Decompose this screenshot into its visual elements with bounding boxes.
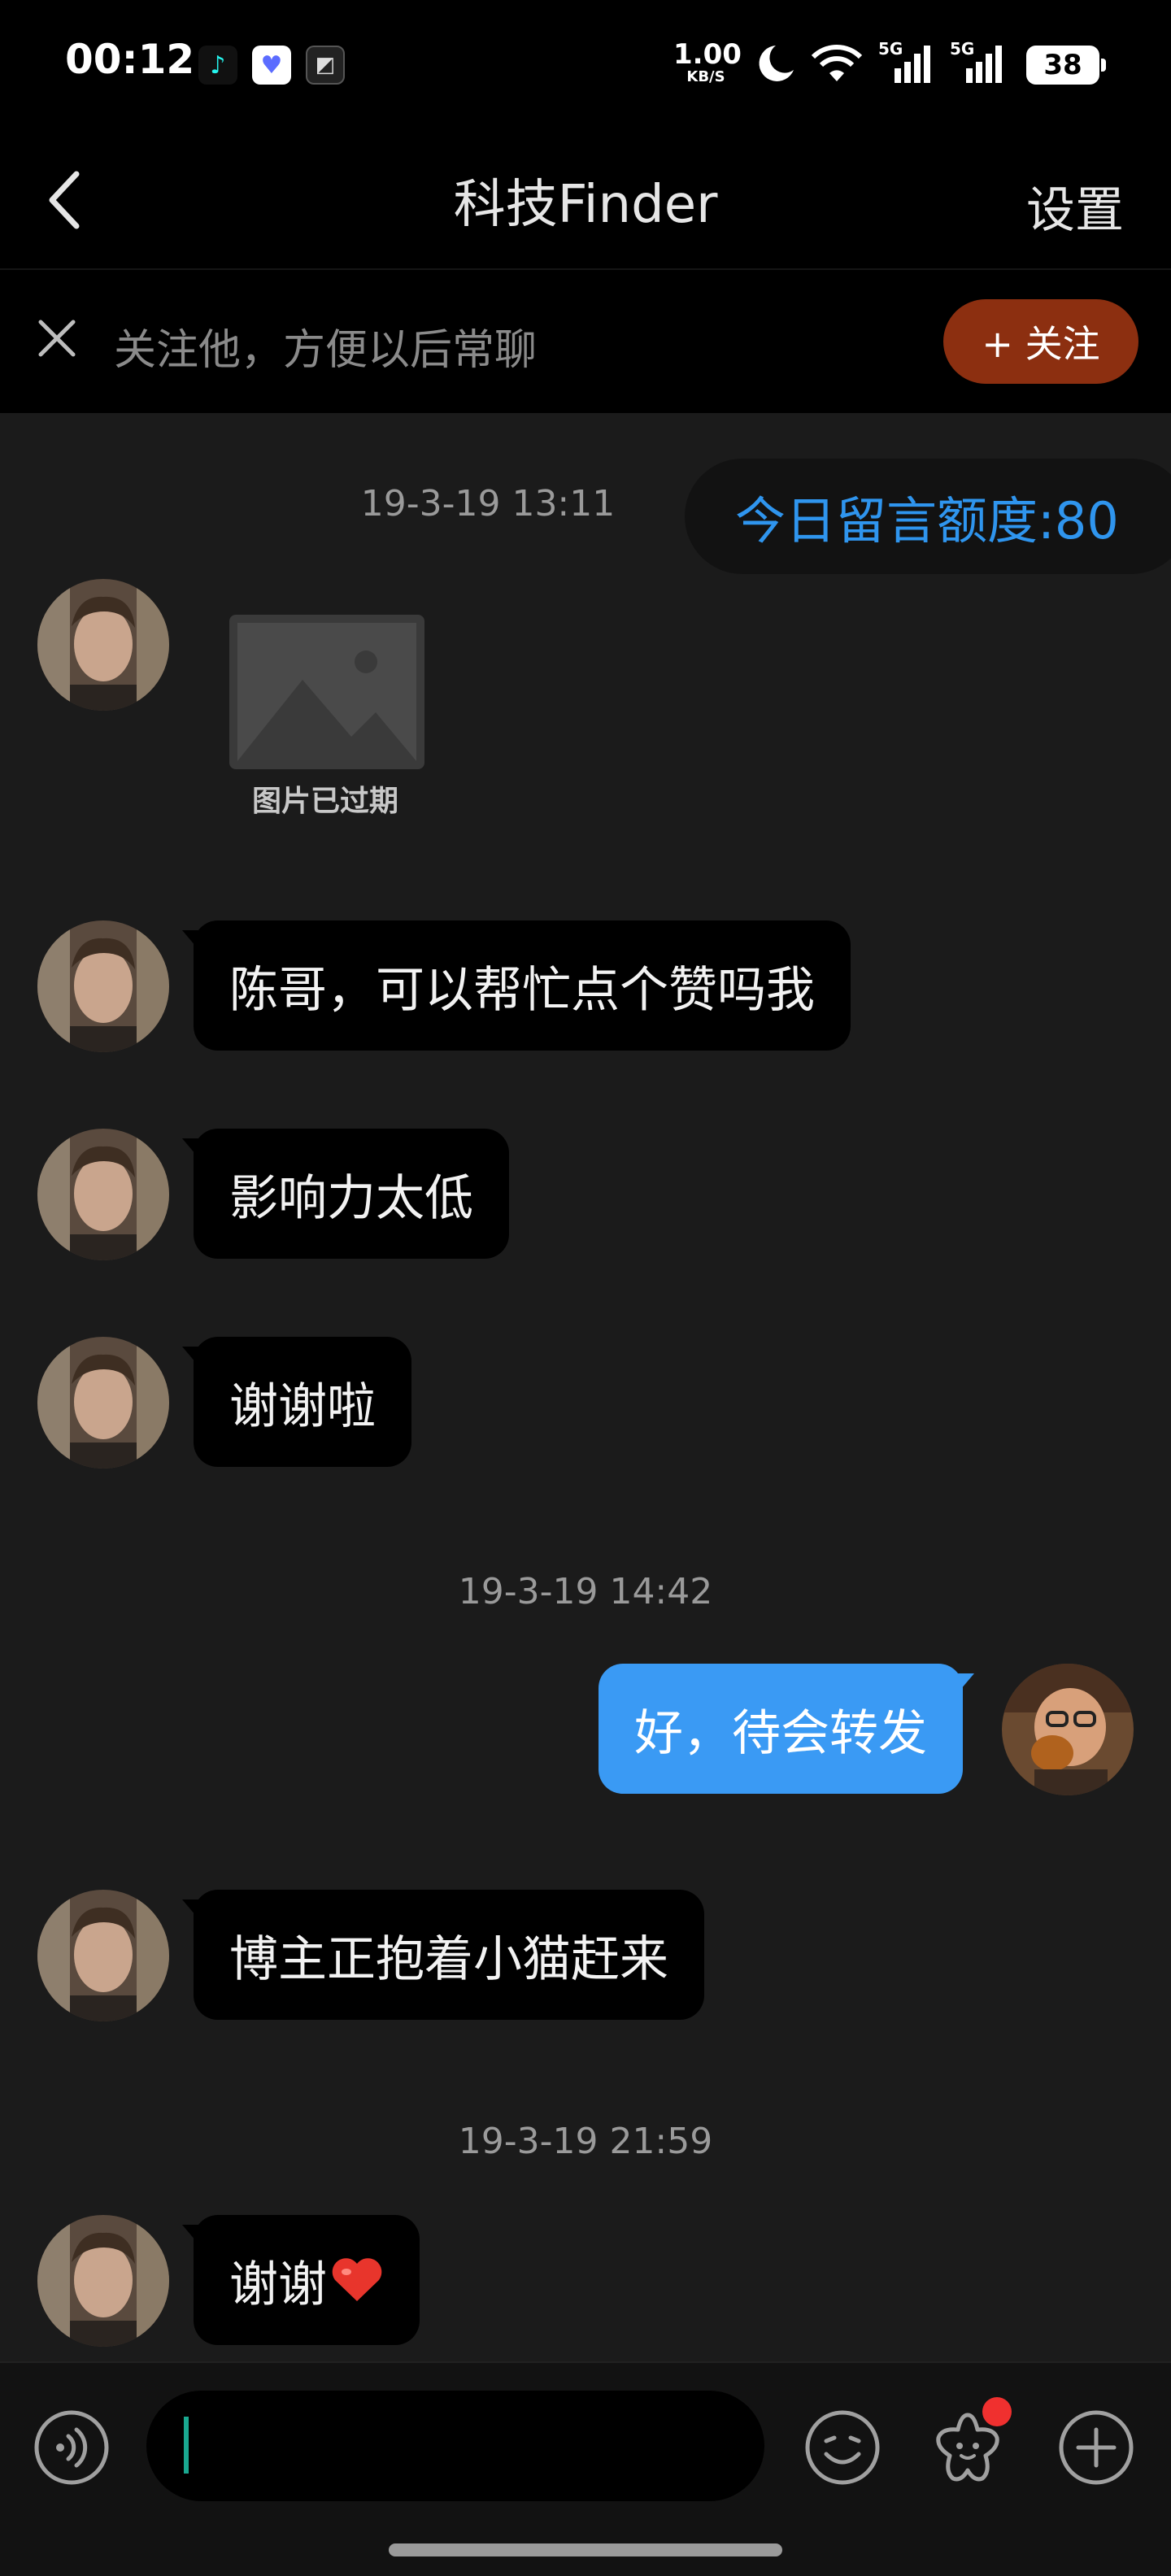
emoji-icon[interactable] (803, 2408, 882, 2487)
message-bubble-in[interactable]: 影响力太低 (182, 1129, 509, 1259)
back-icon[interactable] (37, 168, 102, 233)
nav-bar: 科技Finder 设置 (0, 130, 1171, 270)
quota-tip: 今日留言额度:80 (685, 459, 1171, 574)
voice-icon[interactable] (33, 2408, 111, 2487)
network-speed: 1.00 KB/S (673, 38, 742, 85)
moon-icon (759, 46, 794, 81)
tiktok-icon: ♪ (198, 46, 237, 85)
avatar-other[interactable] (37, 1337, 169, 1469)
message-bubble-in[interactable]: 陈哥，可以帮忙点个赞吗我 (182, 920, 851, 1051)
follow-prompt: 关注他，方便以后常聊 (114, 326, 538, 375)
message-bubble-in[interactable]: 博主正抱着小猫赶来 (182, 1890, 704, 2020)
avatar-other[interactable] (37, 1890, 169, 2021)
message-bubble-in[interactable]: 谢谢啦 (182, 1337, 411, 1467)
image-placeholder-icon[interactable] (229, 615, 424, 769)
battery-indicator: 38 (1026, 46, 1106, 85)
message-input[interactable] (146, 2391, 764, 2501)
text-cursor (184, 2417, 189, 2474)
expired-image-label: 图片已过期 (251, 785, 398, 818)
chat-area[interactable]: 19-3-19 13:11 今日留言额度:80 图片已过期 陈哥，可以帮忙点个赞… (0, 413, 1171, 2361)
message-text: 谢谢 (229, 2256, 327, 2313)
health-app-icon: ♥ (252, 46, 291, 85)
timestamp: 19-3-19 21:59 (458, 2121, 713, 2162)
heart-icon (332, 2258, 382, 2301)
avatar-other[interactable] (37, 2215, 169, 2347)
notification-dot (982, 2397, 1012, 2426)
input-bar (0, 2361, 1171, 2576)
follow-banner: 关注他，方便以后常聊 + 关注 (0, 270, 1171, 413)
avatar-other[interactable] (37, 920, 169, 1052)
close-icon[interactable] (33, 314, 81, 363)
wifi-icon (811, 45, 863, 81)
avatar-me[interactable] (1002, 1664, 1134, 1795)
message-bubble-in[interactable]: 谢谢 (182, 2215, 420, 2345)
signal-2: 5G (950, 39, 1015, 88)
home-indicator[interactable] (389, 2543, 782, 2556)
timestamp: 19-3-19 14:42 (458, 1571, 713, 1612)
avatar-other[interactable] (37, 579, 169, 711)
settings-button[interactable]: 设置 (1026, 171, 1124, 242)
screenshot-app-icon: ◩ (306, 46, 345, 85)
page-title: 科技Finder (453, 175, 718, 235)
status-time: 00:12 (65, 36, 195, 83)
add-icon[interactable] (1057, 2408, 1135, 2487)
message-bubble-out[interactable]: 好，待会转发 (599, 1664, 974, 1794)
signal-1: 5G (878, 39, 943, 88)
status-bar: 00:12 ♪ ♥ ◩ 1.00 KB/S 5G 5G 38 (0, 0, 1171, 130)
follow-button[interactable]: + 关注 (943, 299, 1138, 384)
avatar-other[interactable] (37, 1129, 169, 1260)
